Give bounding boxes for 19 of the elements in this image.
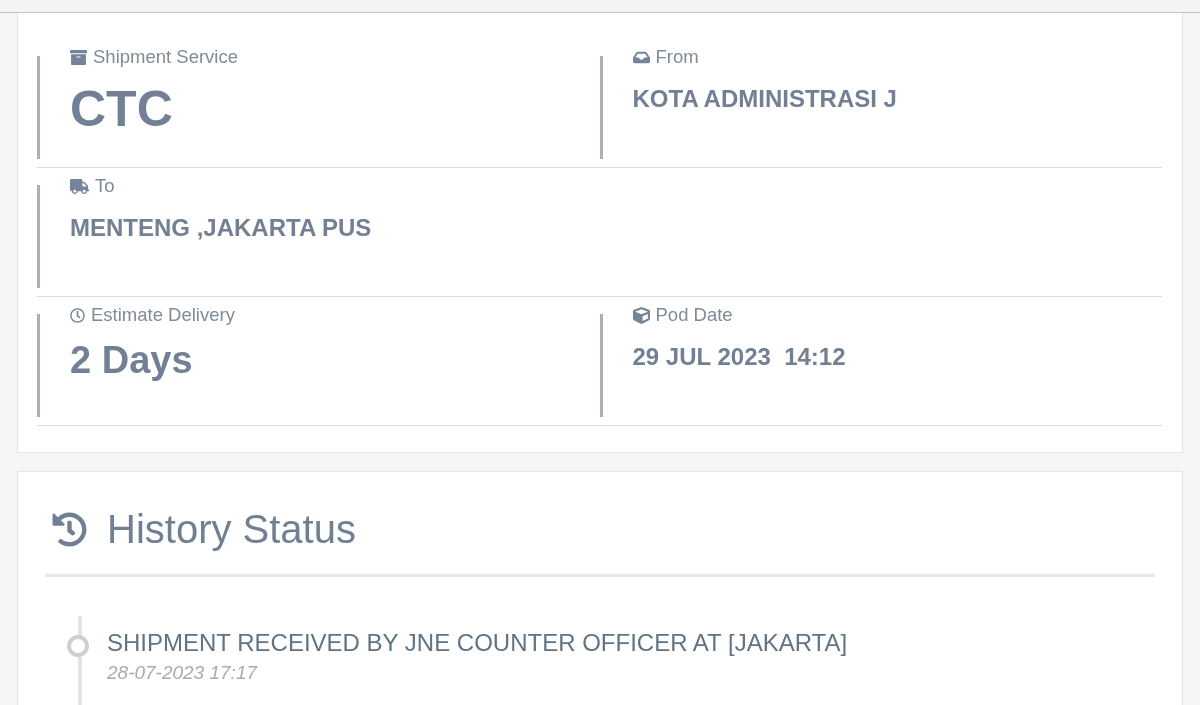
field-label: Estimate Delivery: [91, 304, 235, 326]
clock-icon: [70, 307, 85, 323]
truck-icon: [70, 176, 89, 196]
archive-box-icon: [70, 48, 87, 66]
cube-icon: [632, 306, 650, 324]
timeline-dot-icon: [67, 635, 89, 657]
field-label: Pod Date: [655, 304, 733, 326]
section-title: History Status: [107, 506, 356, 553]
field-value: CTC: [70, 81, 174, 139]
clock-arrow-icon: [52, 511, 87, 547]
field-label: To: [95, 175, 115, 197]
field-value: 29 JUL 2023 14:12: [632, 343, 846, 371]
field-label: From: [655, 46, 699, 68]
field-value: KOTA ADMINISTRASI J: [632, 85, 897, 113]
status-time: 28-07-2023 17:17: [107, 662, 259, 684]
field-value: MENTENG ,JAKARTA PUS: [70, 214, 372, 242]
field-label: Shipment Service: [93, 46, 238, 68]
field-value: 2 Days: [70, 339, 194, 383]
status-text: SHIPMENT RECEIVED BY JNE COUNTER OFFICER AT [JAKARTA]: [107, 629, 849, 657]
